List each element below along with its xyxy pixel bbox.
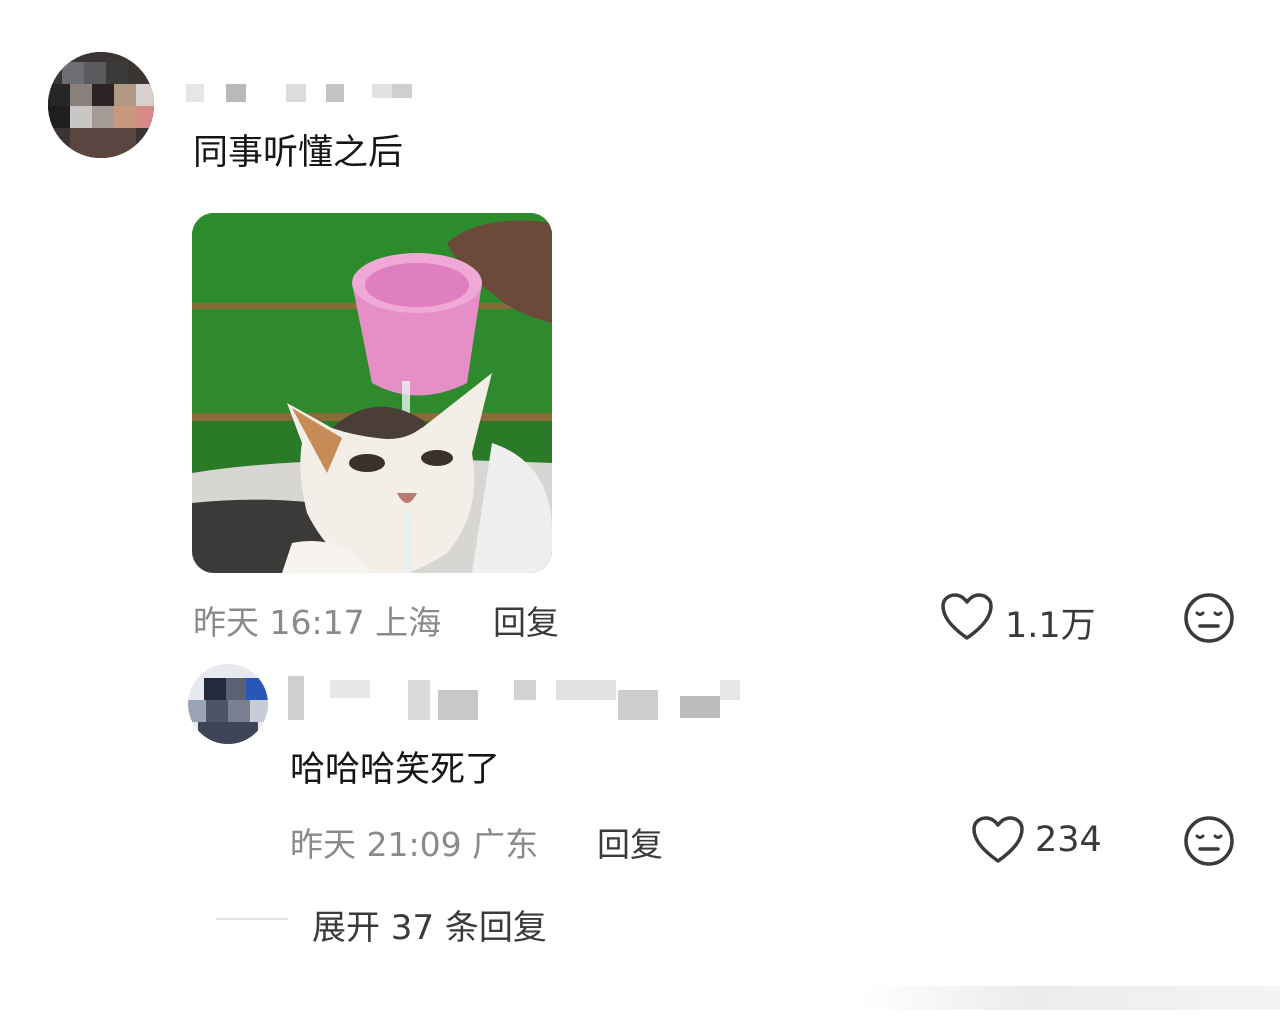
reply-avatar[interactable] <box>188 664 268 744</box>
like-count: 1.1万 <box>1005 606 1096 646</box>
neutral-face-icon[interactable] <box>1183 815 1235 871</box>
reply-username[interactable] <box>288 676 748 720</box>
comment-image-art <box>192 213 552 573</box>
reply-button[interactable]: 回复 <box>493 596 559 644</box>
neutral-face-icon[interactable] <box>1183 592 1235 648</box>
heart-outline-icon[interactable] <box>971 815 1025 869</box>
bottom-fade <box>860 986 1280 1010</box>
reply-text: 哈哈哈笑死了 <box>290 750 501 790</box>
avatar[interactable] <box>48 52 154 158</box>
reply-button[interactable]: 回复 <box>597 818 663 866</box>
heart-outline-icon[interactable] <box>940 592 994 646</box>
cat-under-water-cup-image[interactable] <box>192 213 552 573</box>
expand-divider-line <box>216 918 288 920</box>
reply-time-location: 昨天 21:09 广东 <box>290 825 539 864</box>
comment-text: 同事听懂之后 <box>193 133 404 173</box>
comment-time-location: 昨天 16:17 上海 <box>193 603 442 642</box>
expand-replies-button[interactable]: 展开 37 条回复 <box>312 900 547 949</box>
username[interactable] <box>186 84 436 102</box>
like-count: 234 <box>1035 820 1102 860</box>
